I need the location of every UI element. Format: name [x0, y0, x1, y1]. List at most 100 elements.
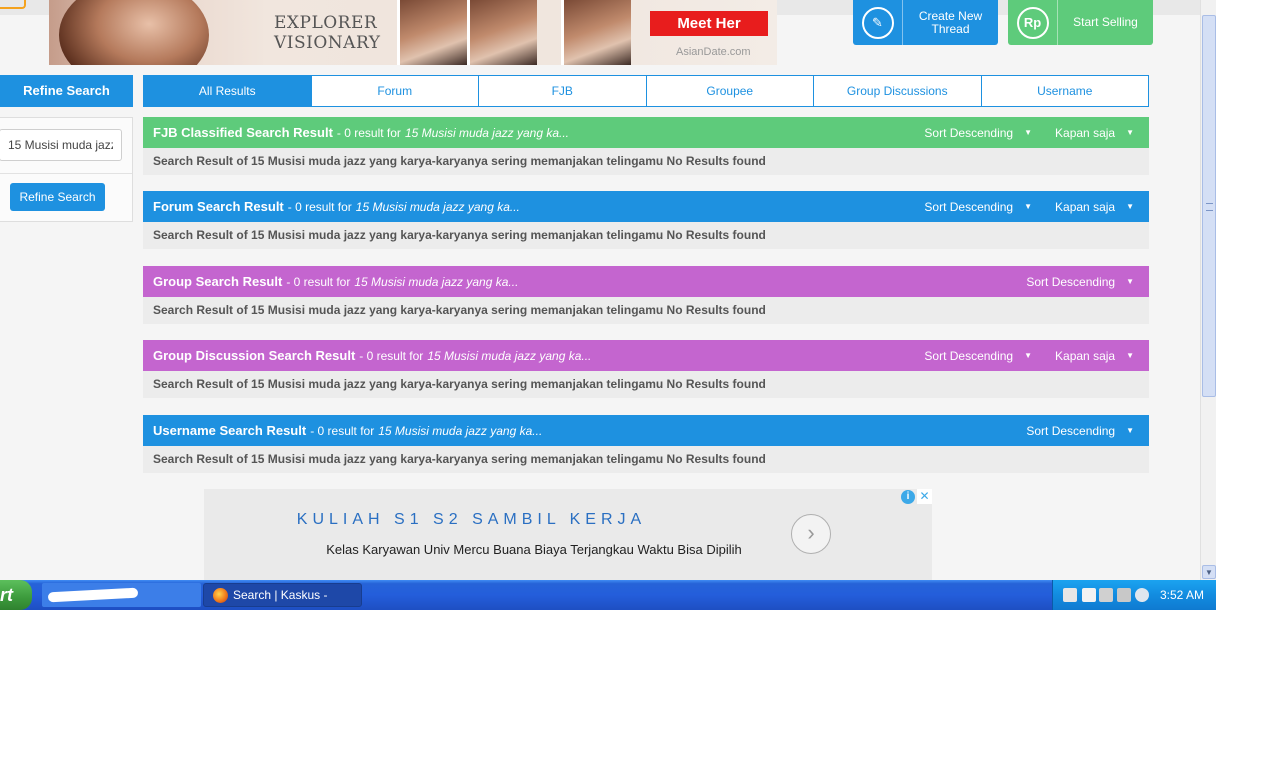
fjb-sort-dropdown[interactable]: Sort Descending ▼	[916, 126, 1047, 140]
banner-thumb-2	[467, 0, 537, 65]
username-sort-label: Sort Descending	[1026, 423, 1116, 438]
chevron-down-icon: ▼	[1126, 202, 1134, 211]
banner-brand: AsianDate.com	[676, 46, 751, 58]
system-tray: 3:52 AM	[1052, 580, 1216, 610]
chevron-down-icon: ▼	[1024, 202, 1033, 211]
fjb-time-dropdown[interactable]: Kapan saja ▼	[1047, 126, 1149, 140]
scroll-down-arrow-icon[interactable]: ▼	[1202, 565, 1216, 579]
refine-search-panel: Refine Search	[0, 117, 133, 222]
fjb-result-query: 15 Musisi muda jazz yang ka...	[404, 125, 570, 140]
messenger-icon[interactable]	[1135, 588, 1149, 602]
tab-group-discussions[interactable]: Group Discussions	[813, 76, 981, 106]
fjb-result-body: Search Result of 15 Musisi muda jazz yan…	[143, 148, 1149, 175]
firefox-icon	[213, 588, 228, 603]
group-discussion-sort-dropdown[interactable]: Sort Descending ▼	[916, 349, 1047, 363]
group-discussion-result-section: Group Discussion Search Result - 0 resul…	[143, 340, 1149, 398]
media-icon[interactable]	[1099, 588, 1113, 602]
create-thread-label: Create New Thread	[918, 8, 983, 36]
group-result-header: Group Search Result - 0 result for 15 Mu…	[143, 266, 1149, 297]
banner-ad[interactable]: EXPLORER VISIONARY Meet Her AsianDate.co…	[49, 0, 777, 65]
group-result-body: Search Result of 15 Musisi muda jazz yan…	[143, 297, 1149, 324]
chevron-right-icon[interactable]: ›	[791, 514, 831, 554]
banner-tagline-line1: EXPLORER	[274, 13, 378, 33]
scrollbar-thumb[interactable]	[1202, 15, 1216, 397]
username-result-title: Username Search Result	[153, 423, 307, 438]
forum-result-section: Forum Search Result - 0 result for 15 Mu…	[143, 191, 1149, 249]
speaker-icon[interactable]	[1063, 588, 1077, 602]
tab-forum[interactable]: Forum	[310, 76, 479, 106]
forum-result-body: Search Result of 15 Musisi muda jazz yan…	[143, 222, 1149, 249]
taskbar-window-title: Search | Kaskus - The...	[233, 588, 328, 602]
vertical-scrollbar[interactable]: ▼	[1200, 0, 1216, 580]
network-icon[interactable]	[1117, 588, 1131, 602]
group-discussion-result-count: - 0 result for	[359, 348, 424, 363]
tab-groupee[interactable]: Groupee	[645, 76, 814, 106]
tab-username[interactable]: Username	[980, 76, 1149, 106]
group-discussion-result-header: Group Discussion Search Result - 0 resul…	[143, 340, 1149, 371]
group-discussion-time-dropdown[interactable]: Kapan saja ▼	[1047, 349, 1149, 363]
taskbar-firefox-window[interactable]: Search | Kaskus - The...	[203, 583, 362, 607]
group-discussion-time-label: Kapan saja	[1055, 348, 1116, 363]
info-icon[interactable]: i	[901, 490, 915, 504]
forum-result-header: Forum Search Result - 0 result for 15 Mu…	[143, 191, 1149, 222]
refine-search-input[interactable]	[0, 129, 122, 161]
forum-time-dropdown[interactable]: Kapan saja ▼	[1047, 200, 1149, 214]
windows-taskbar: rt Search | Kaskus - The... 3:52 AM	[0, 580, 1216, 610]
forum-sort-dropdown[interactable]: Sort Descending ▼	[916, 200, 1047, 214]
browser-viewport: EXPLORER VISIONARY Meet Her AsianDate.co…	[0, 0, 1216, 610]
quick-launch-area[interactable]	[42, 583, 201, 607]
fjb-sort-label: Sort Descending	[924, 125, 1014, 140]
close-icon[interactable]: ✕	[917, 489, 932, 504]
group-sort-label: Sort Descending	[1026, 274, 1116, 289]
username-result-count: - 0 result for	[310, 423, 375, 438]
pencil-icon: ✎	[861, 6, 894, 39]
forum-sort-label: Sort Descending	[924, 199, 1014, 214]
group-sort-dropdown[interactable]: Sort Descending ▼	[1018, 275, 1149, 289]
banner-tagline: EXPLORER VISIONARY	[274, 13, 380, 53]
grip-icon	[1206, 203, 1213, 211]
forum-result-query: 15 Musisi muda jazz yang ka...	[355, 199, 520, 214]
tab-fjb[interactable]: FJB	[478, 76, 646, 106]
create-thread-button[interactable]: ✎ Create New Thread	[853, 0, 998, 45]
refine-search-button[interactable]: Refine Search	[10, 183, 105, 211]
banner-meet-her-button[interactable]: Meet Her	[650, 11, 768, 36]
username-result-header: Username Search Result - 0 result for 15…	[143, 415, 1149, 446]
forum-result-title: Forum Search Result	[153, 199, 284, 214]
rupiah-icon: Rp	[1016, 6, 1049, 39]
fjb-result-section: FJB Classified Search Result - 0 result …	[143, 117, 1149, 175]
start-selling-label: Start Selling	[1073, 15, 1138, 29]
group-discussion-result-query: 15 Musisi muda jazz yang ka...	[427, 348, 592, 363]
start-selling-button[interactable]: Rp Start Selling	[1008, 0, 1153, 45]
ad-description: Kelas Karyawan Univ Mercu Buana Biaya Te…	[326, 542, 742, 557]
forum-time-label: Kapan saja	[1055, 199, 1116, 214]
fjb-result-count: - 0 result for	[336, 125, 401, 140]
username-result-section: Username Search Result - 0 result for 15…	[143, 415, 1149, 473]
banner-photo-woman	[59, 0, 209, 65]
chevron-down-icon: ▼	[1024, 128, 1033, 137]
group-result-count: - 0 result for	[286, 274, 351, 289]
group-result-title: Group Search Result	[153, 274, 283, 289]
result-tabs: All Results Forum FJB Groupee Group Disc…	[143, 75, 1149, 107]
group-discussion-result-body: Search Result of 15 Musisi muda jazz yan…	[143, 371, 1149, 398]
fjb-result-header: FJB Classified Search Result - 0 result …	[143, 117, 1149, 148]
bottom-ad[interactable]: i ✕ KULIAH S1 S2 SAMBIL KERJA Kelas Kary…	[204, 489, 932, 580]
taskbar-clock: 3:52 AM	[1160, 588, 1205, 602]
banner-thumb-1	[397, 0, 467, 65]
username-sort-dropdown[interactable]: Sort Descending ▼	[1018, 424, 1149, 438]
antivirus-icon[interactable]	[1082, 588, 1096, 602]
forum-result-count: - 0 result for	[287, 199, 352, 214]
fjb-time-label: Kapan saja	[1055, 125, 1116, 140]
chevron-down-icon: ▼	[1126, 277, 1134, 286]
kaskus-logo[interactable]	[0, 0, 26, 9]
refine-divider	[0, 173, 132, 174]
group-result-section: Group Search Result - 0 result for 15 Mu…	[143, 266, 1149, 324]
banner-thumb-3	[561, 0, 631, 65]
ad-headline[interactable]: KULIAH S1 S2 SAMBIL KERJA	[204, 511, 739, 529]
group-discussion-sort-label: Sort Descending	[924, 348, 1014, 363]
tab-all-results[interactable]: All Results	[144, 76, 311, 106]
start-button[interactable]: rt	[0, 580, 32, 610]
banner-tagline-line2: VISIONARY	[274, 33, 381, 53]
username-result-query: 15 Musisi muda jazz yang ka...	[378, 423, 543, 438]
group-result-query: 15 Musisi muda jazz yang ka...	[354, 274, 519, 289]
username-result-body: Search Result of 15 Musisi muda jazz yan…	[143, 446, 1149, 473]
